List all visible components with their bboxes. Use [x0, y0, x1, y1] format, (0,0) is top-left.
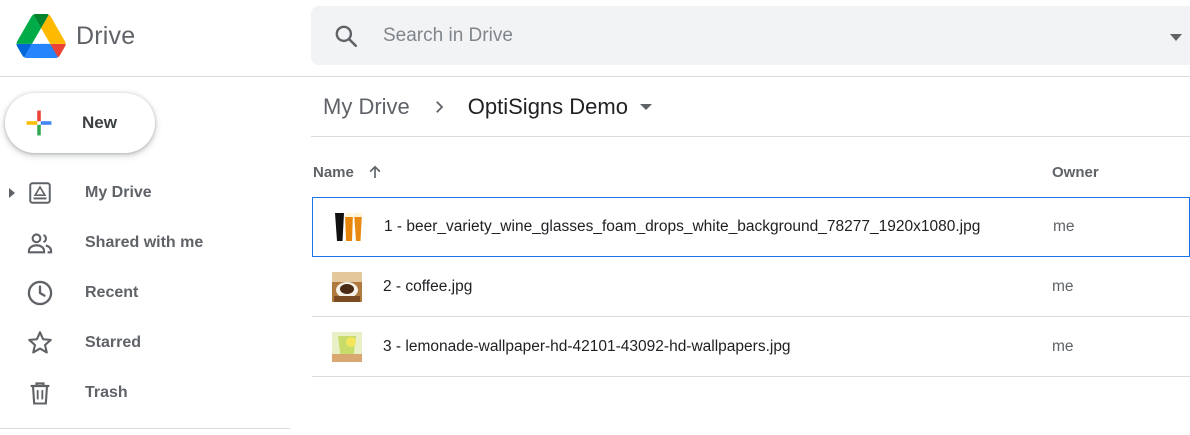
my-drive-icon	[26, 179, 54, 207]
file-name: 2 - coffee.jpg	[383, 277, 473, 295]
file-row[interactable]: 2 - coffee.jpg me	[312, 257, 1190, 317]
sidebar-item-starred[interactable]: Starred	[0, 318, 290, 368]
chevron-right-icon	[435, 101, 444, 113]
star-icon	[26, 329, 54, 357]
file-owner: me	[1052, 337, 1074, 355]
search-bar[interactable]: Search in Drive	[311, 6, 1190, 65]
beer-thumbnail	[333, 212, 363, 242]
sidebar-item-label: My Drive	[85, 184, 152, 201]
search-options-caret-icon[interactable]	[1170, 34, 1182, 41]
sort-ascending-arrow-icon[interactable]	[366, 163, 384, 181]
breadcrumb-current-folder[interactable]: OptiSigns Demo	[468, 94, 628, 120]
sidebar-nav: My Drive Shared with me Recent Starred T…	[0, 168, 290, 418]
trash-icon	[26, 379, 54, 407]
folder-menu-caret-icon[interactable]	[639, 104, 652, 110]
main-divider	[311, 136, 1190, 137]
new-button[interactable]: New	[5, 93, 155, 153]
app-title: Drive	[76, 21, 136, 50]
file-owner: me	[1053, 218, 1075, 235]
sidebar-item-recent[interactable]: Recent	[0, 268, 290, 318]
header-divider	[0, 76, 1190, 77]
sidebar-item-label: Shared with me	[85, 234, 204, 251]
column-header-name[interactable]: Name	[313, 160, 384, 184]
shared-icon	[26, 229, 54, 257]
column-name-label: Name	[313, 163, 354, 181]
sidebar-item-trash[interactable]: Trash	[0, 368, 290, 418]
coffee-thumbnail	[332, 271, 362, 302]
file-name: 3 - lemonade-wallpaper-hd-42101-43092-hd…	[383, 337, 791, 355]
column-header-owner[interactable]: Owner	[1052, 160, 1099, 184]
sidebar-divider	[0, 428, 290, 429]
new-button-label: New	[82, 113, 117, 132]
sidebar-item-my-drive[interactable]: My Drive	[0, 168, 290, 218]
file-list: 1 - beer_variety_wine_glasses_foam_drops…	[312, 197, 1190, 377]
search-icon[interactable]	[333, 23, 359, 49]
column-owner-label: Owner	[1052, 163, 1099, 181]
sidebar-item-label: Starred	[85, 334, 142, 351]
sidebar-item-label: Recent	[85, 284, 139, 301]
breadcrumb: My Drive OptiSigns Demo	[323, 92, 652, 122]
file-owner: me	[1052, 277, 1074, 295]
lemonade-thumbnail	[332, 331, 362, 362]
expand-arrow-icon[interactable]	[9, 188, 15, 198]
file-row[interactable]: 3 - lemonade-wallpaper-hd-42101-43092-hd…	[312, 317, 1190, 377]
sidebar-item-shared-with-me[interactable]: Shared with me	[0, 218, 290, 268]
search-input[interactable]: Search in Drive	[383, 25, 513, 47]
plus-icon	[26, 110, 52, 136]
drive-logo-icon	[16, 14, 66, 58]
drive-logo[interactable]: Drive	[16, 14, 135, 58]
clock-icon	[26, 279, 54, 307]
file-row[interactable]: 1 - beer_variety_wine_glasses_foam_drops…	[312, 197, 1190, 257]
sidebar-item-label: Trash	[85, 384, 128, 401]
breadcrumb-my-drive[interactable]: My Drive	[323, 94, 410, 120]
file-name: 1 - beer_variety_wine_glasses_foam_drops…	[384, 218, 981, 235]
